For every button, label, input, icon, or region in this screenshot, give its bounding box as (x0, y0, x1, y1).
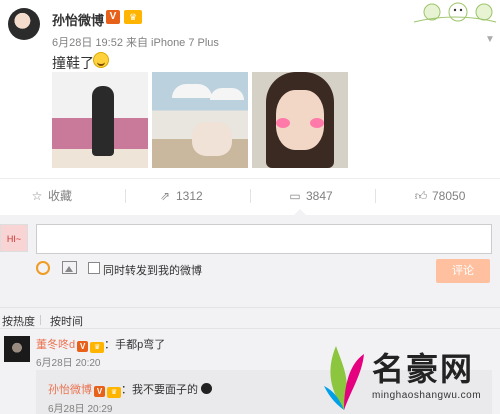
comment-button[interactable]: ▭ 3847 (288, 179, 333, 213)
action-bar: ☆ 收藏 ⇗ 1312 ▭ 3847 👍︎ 78050 (0, 178, 500, 212)
divider (375, 189, 376, 203)
sort-by-time[interactable]: 按时间 (50, 313, 83, 329)
commenter-name[interactable]: 董冬咚d (36, 339, 75, 351)
submit-comment-button[interactable]: 评论 (436, 259, 490, 283)
verified-badge-icon: V (77, 341, 89, 352)
star-icon: ☆ (31, 189, 43, 203)
leaf-logo-icon (324, 346, 364, 410)
repost-button[interactable]: ⇗ 1312 (158, 179, 203, 213)
comment-text: ：手都p弯了 (104, 339, 166, 351)
reply-item: 孙怡微博 V ♛ ：我不要面子的 (48, 381, 212, 398)
post-card: 孙怡微博 V ♛ 6月28日 19:52 来自 iPhone 7 Plus ▼ … (0, 0, 500, 178)
vip-crown-icon: ♛ (124, 10, 142, 24)
divider (40, 315, 41, 325)
post-photo-3[interactable] (252, 72, 348, 168)
commenter-avatar[interactable] (4, 336, 30, 362)
chevron-down-icon[interactable]: ▼ (485, 34, 495, 45)
comment-input[interactable] (36, 224, 492, 254)
bomb-emoji-icon (201, 383, 212, 394)
like-button[interactable]: 👍︎ 78050 (414, 179, 466, 213)
like-count: 78050 (432, 189, 466, 203)
repost-checkbox[interactable] (88, 262, 100, 274)
post-meta: 6月28日 19:52 来自 iPhone 7 Plus (52, 37, 219, 49)
repost-icon: ⇗ (159, 189, 171, 203)
photo-blush (310, 118, 324, 128)
watermark-url: minghaoshangwu.com (372, 390, 482, 401)
current-user-avatar: HI~ (0, 224, 28, 252)
comment-time: 6月28日 20:20 (36, 358, 101, 369)
favorite-label: 收藏 (48, 189, 73, 203)
favorite-button[interactable]: ☆ 收藏 (30, 179, 72, 213)
image-icon[interactable] (62, 261, 77, 274)
vip-crown-icon: ♛ (90, 342, 105, 353)
post-text: 撞鞋了 (52, 55, 94, 71)
post-photo-1[interactable] (52, 72, 148, 168)
repost-checkbox-label[interactable]: 同时转发到我的微博 (103, 262, 202, 278)
photo-umbrella (210, 88, 244, 100)
photo-blush (276, 118, 290, 128)
author-name[interactable]: 孙怡微博 (52, 10, 104, 29)
photo-figure (92, 86, 114, 156)
verified-badge-icon: V (106, 10, 120, 24)
smile-emoji-icon (93, 52, 109, 68)
watermark: 名豪网 minghaoshangwu.com (322, 340, 500, 414)
photo-figure (192, 122, 232, 156)
decorative-mascot-icon (413, 2, 497, 23)
emoji-icon[interactable] (36, 261, 50, 275)
sort-bar: 按热度 按时间 (0, 307, 500, 329)
comment-count: 3847 (306, 189, 333, 203)
watermark-title: 名豪网 (372, 351, 475, 387)
comment-icon: ▭ (289, 189, 301, 203)
verified-badge-icon: V (94, 386, 105, 397)
thumbs-up-icon: 👍︎ (414, 189, 428, 203)
repost-count: 1312 (176, 189, 203, 203)
post-photo-2[interactable] (152, 72, 248, 168)
photo-umbrella (172, 84, 212, 98)
author-avatar[interactable] (8, 8, 40, 40)
sort-by-hot[interactable]: 按热度 (2, 313, 35, 329)
divider (250, 189, 251, 203)
avatar-text: HI~ (6, 234, 22, 244)
vip-crown-icon: ♛ (107, 387, 121, 398)
reply-time: 6月28日 20:29 (48, 404, 113, 414)
replier-name[interactable]: 孙怡微博 (48, 384, 92, 396)
reply-text: ：我不要面子的 (121, 384, 198, 396)
divider (125, 189, 126, 203)
comment-item: 董冬咚d V ♛ ：手都p弯了 (36, 336, 165, 353)
